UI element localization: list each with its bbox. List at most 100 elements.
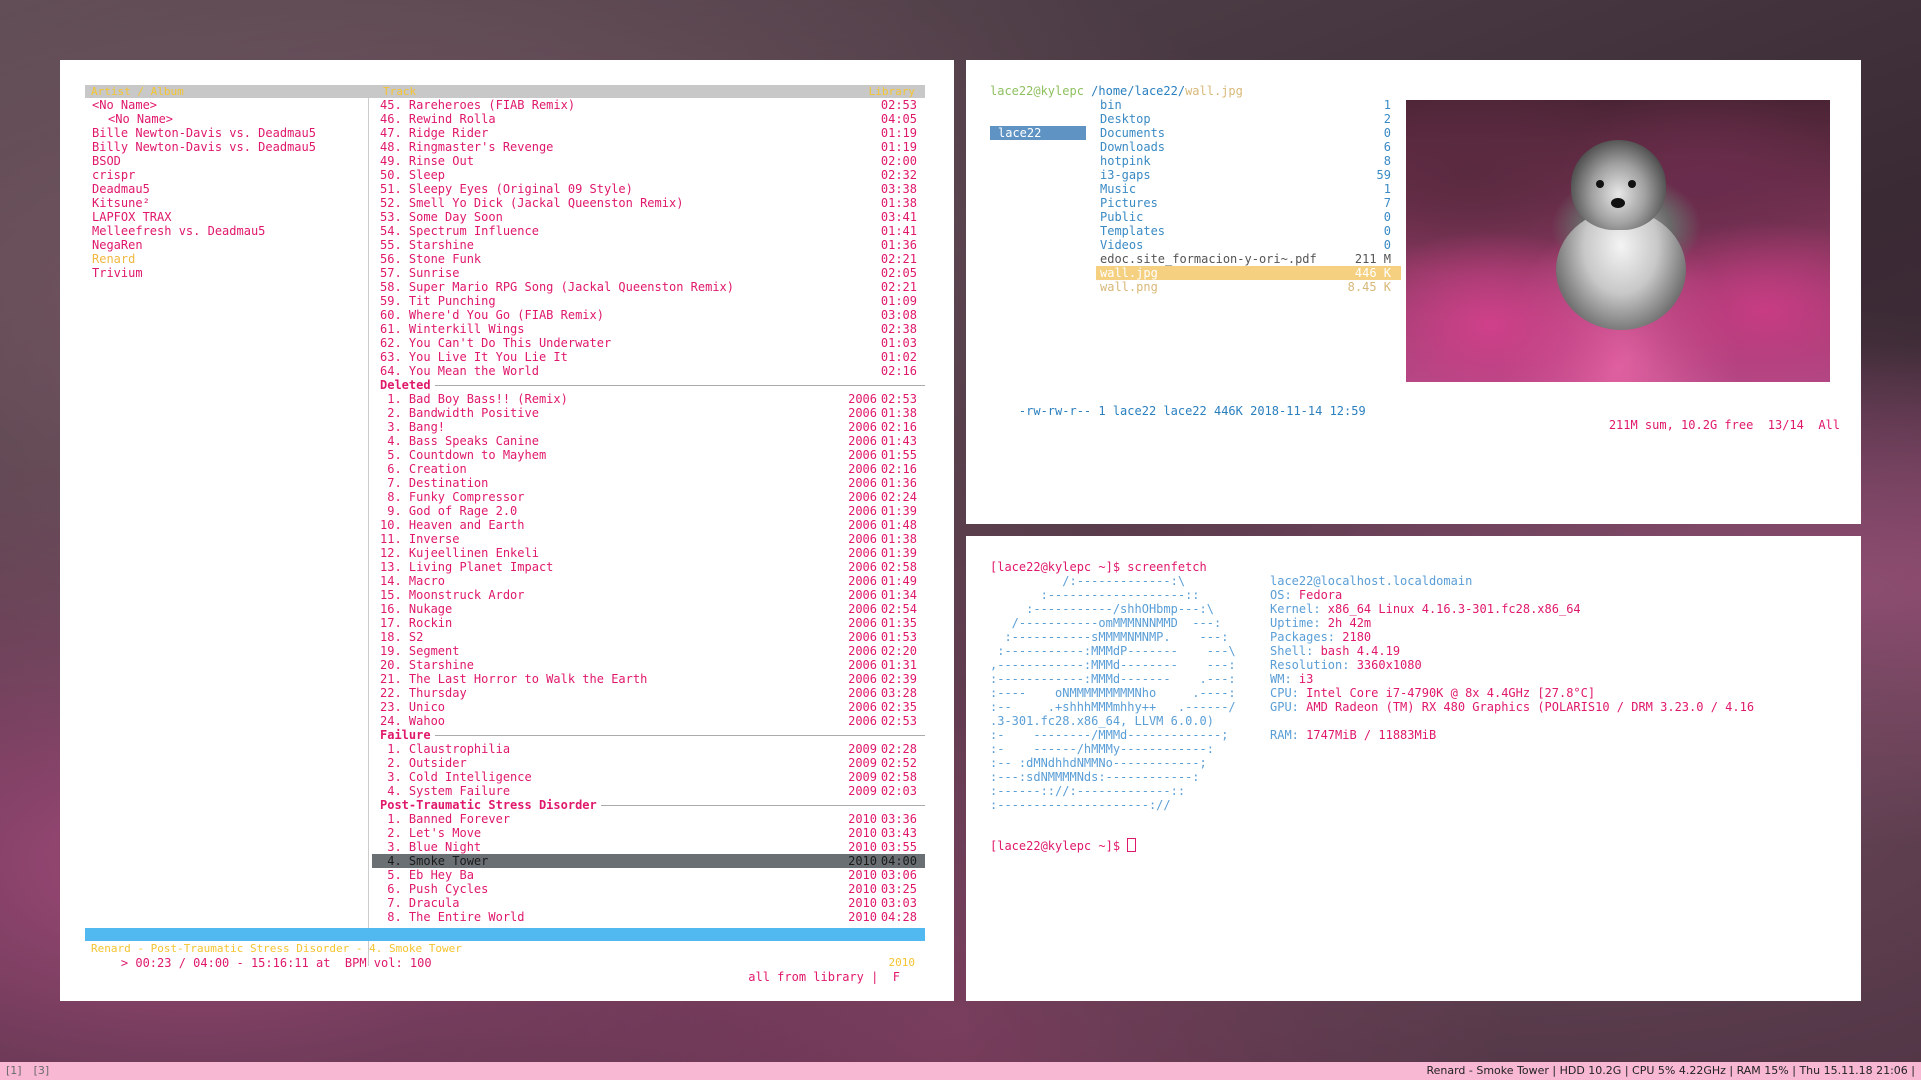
track-row[interactable]: 1. Banned Forever 2010 03:36 — [372, 812, 925, 826]
track-duration: 02:53 — [880, 98, 917, 112]
workspace-list[interactable]: [1] [3] — [6, 1062, 61, 1080]
track-row[interactable]: 63. You Live It You Lie It 01:02 — [372, 350, 925, 364]
directory-item[interactable]: Documents 0 — [1096, 126, 1401, 140]
track-row[interactable]: 45. Rareheroes (FIAB Remix) 02:53 — [372, 98, 925, 112]
track-row[interactable]: 3. Blue Night 2010 03:55 — [372, 840, 925, 854]
track-row[interactable]: 2. Let's Move 2010 03:43 — [372, 826, 925, 840]
artist-item[interactable]: LAPFOX TRAX — [92, 210, 362, 224]
track-row[interactable]: 58. Super Mario RPG Song (Jackal Queenst… — [372, 280, 925, 294]
track-row[interactable]: 22. Thursday 2006 03:28 — [372, 686, 925, 700]
track-row[interactable]: 14. Macro 2006 01:49 — [372, 574, 925, 588]
track-row[interactable]: 61. Winterkill Wings 02:38 — [372, 322, 925, 336]
artist-item[interactable]: Bille Newton-Davis vs. Deadmau5 — [92, 126, 362, 140]
directory-item[interactable]: Videos 0 — [1096, 238, 1401, 252]
artist-item[interactable]: Billy Newton-Davis vs. Deadmau5 — [92, 140, 362, 154]
directory-item[interactable]: Templates 0 — [1096, 224, 1401, 238]
track-row[interactable]: 6. Creation 2006 02:16 — [372, 462, 925, 476]
artist-item[interactable]: Trivium — [92, 266, 362, 280]
track-row[interactable]: 50. Sleep 02:32 — [372, 168, 925, 182]
track-row[interactable]: 2. Bandwidth Positive 2006 01:38 — [372, 406, 925, 420]
artist-item[interactable]: Kitsune² — [92, 196, 362, 210]
artist-item[interactable]: <No Name> — [92, 98, 362, 112]
track-row[interactable]: 8. Funky Compressor 2006 02:24 — [372, 490, 925, 504]
file-item[interactable]: wall.jpg 446 K — [1096, 266, 1401, 280]
track-row[interactable]: 12. Kujeellinen Enkeli 2006 01:39 — [372, 546, 925, 560]
track-row[interactable]: 60. Where'd You Go (FIAB Remix) 03:08 — [372, 308, 925, 322]
track-row[interactable]: 23. Unico 2006 02:35 — [372, 700, 925, 714]
track-row[interactable]: 64. You Mean the World 02:16 — [372, 364, 925, 378]
track-row[interactable]: 59. Tit Punching 01:09 — [372, 294, 925, 308]
track-list[interactable]: 45. Rareheroes (FIAB Remix) 02:53 46. Rewi… — [372, 98, 925, 924]
track-row[interactable]: 1. Bad Boy Bass!! (Remix) 2006 02:53 — [372, 392, 925, 406]
track-row[interactable]: 2. Outsider 2009 02:52 — [372, 756, 925, 770]
artist-item[interactable]: <No Name> — [92, 112, 362, 126]
track-row[interactable]: 49. Rinse Out 02:00 — [372, 154, 925, 168]
track-row[interactable]: 54. Spectrum Influence 01:41 — [372, 224, 925, 238]
workspace-button[interactable]: [3] — [34, 1064, 50, 1077]
track-row[interactable]: 55. Starshine 01:36 — [372, 238, 925, 252]
track-row[interactable]: 4. System Failure 2009 02:03 — [372, 784, 925, 798]
directory-item[interactable]: Desktop 2 — [1096, 112, 1401, 126]
track-row[interactable]: 7. Dracula 2010 03:03 — [372, 896, 925, 910]
track-row[interactable]: 57. Sunrise 02:05 — [372, 266, 925, 280]
track-row[interactable]: 8. The Entire World 2010 04:28 — [372, 910, 925, 924]
track-row[interactable]: 53. Some Day Soon 03:41 — [372, 210, 925, 224]
cmus-window[interactable]: Artist / Album Track Library <No Name> <N… — [60, 60, 954, 1001]
artist-item[interactable]: NegaRen — [92, 238, 362, 252]
parent-selected-dir[interactable]: lace22 — [990, 126, 1086, 140]
track-row[interactable]: 7. Destination 2006 01:36 — [372, 476, 925, 490]
track-row[interactable]: 52. Smell Yo Dick (Jackal Queenston Remi… — [372, 196, 925, 210]
directory-item[interactable]: i3-gaps 59 — [1096, 168, 1401, 182]
track-row[interactable]: 5. Countdown to Mayhem 2006 01:55 — [372, 448, 925, 462]
workspace-button[interactable]: [1] — [6, 1064, 22, 1077]
terminal-window[interactable]: [lace22@kylepc ~]$ screenfetch /:-------… — [966, 536, 1861, 1001]
track-row[interactable]: 4. Bass Speaks Canine 2006 01:43 — [372, 434, 925, 448]
file-item[interactable]: wall.png 8.45 K — [1096, 280, 1401, 294]
ranger-window[interactable]: lace22@kylepc /home/lace22/wall.jpg lace… — [966, 60, 1861, 524]
artist-list[interactable]: <No Name> <No Name> Bille Newton-Davis vs.… — [92, 98, 362, 280]
current-column[interactable]: bin 1 Desktop 2 Documents 0 Downloads 6 hotpink 8… — [1096, 98, 1401, 294]
track-row[interactable]: 20. Starshine 2006 01:31 — [372, 658, 925, 672]
artist-item[interactable]: Melleefresh vs. Deadmau5 — [92, 224, 362, 238]
track-row[interactable]: 10. Heaven and Earth 2006 01:48 — [372, 518, 925, 532]
artist-item[interactable]: Deadmau5 — [92, 182, 362, 196]
terminal-prompt-2[interactable]: [lace22@kylepc ~]$ — [990, 838, 1137, 853]
directory-item[interactable]: Music 1 — [1096, 182, 1401, 196]
track-row[interactable]: 48. Ringmaster's Revenge 01:19 — [372, 140, 925, 154]
artist-item[interactable]: crispr — [92, 168, 362, 182]
track-row[interactable]: 47. Ridge Rider 01:19 — [372, 126, 925, 140]
track-row-current[interactable]: 4. Smoke Tower 2010 04:00 — [372, 854, 925, 868]
track-row[interactable]: 56. Stone Funk 02:21 — [372, 252, 925, 266]
directory-item[interactable]: Public 0 — [1096, 210, 1401, 224]
track-row[interactable]: 18. S2 2006 01:53 — [372, 630, 925, 644]
directory-item[interactable]: bin 1 — [1096, 98, 1401, 112]
track-row[interactable]: 24. Wahoo 2006 02:53 — [372, 714, 925, 728]
track-row[interactable]: 46. Rewind Rolla 04:05 — [372, 112, 925, 126]
track-row[interactable]: 11. Inverse 2006 01:38 — [372, 532, 925, 546]
directory-item[interactable]: Pictures 7 — [1096, 196, 1401, 210]
track-row[interactable]: 21. The Last Horror to Walk the Earth 200… — [372, 672, 925, 686]
info-line: Packages: 2180 — [1270, 630, 1754, 644]
track-row[interactable]: 62. You Can't Do This Underwater 01:03 — [372, 336, 925, 350]
track-row[interactable]: 13. Living Planet Impact 2006 02:58 — [372, 560, 925, 574]
cmus-command-line[interactable]: > 00:23 / 04:00 - 15:16:11 at BPM vol: 1… — [92, 942, 925, 984]
track-row[interactable]: 17. Rockin 2006 01:35 — [372, 616, 925, 630]
track-row[interactable]: 15. Moonstruck Ardor 2006 01:34 — [372, 588, 925, 602]
track-row[interactable]: 16. Nukage 2006 02:54 — [372, 602, 925, 616]
file-item[interactable]: edoc.site_formacion-y-ori~.pdf 211 M — [1096, 252, 1401, 266]
track-row[interactable]: 19. Segment 2006 02:20 — [372, 644, 925, 658]
info-key: RAM: — [1270, 728, 1307, 742]
artist-item[interactable]: Renard — [92, 252, 362, 266]
track-row[interactable]: 3. Cold Intelligence 2009 02:58 — [372, 770, 925, 784]
track-row[interactable]: 1. Claustrophilia 2009 02:28 — [372, 742, 925, 756]
track-row[interactable]: 51. Sleepy Eyes (Original 09 Style) 03:38 — [372, 182, 925, 196]
track-row[interactable]: 3. Bang! 2006 02:16 — [372, 420, 925, 434]
track-year: 2010 — [848, 896, 877, 910]
directory-item[interactable]: Downloads 6 — [1096, 140, 1401, 154]
artist-item[interactable]: BSOD — [92, 154, 362, 168]
track-row[interactable]: 6. Push Cycles 2010 03:25 — [372, 882, 925, 896]
directory-item[interactable]: hotpink 8 — [1096, 154, 1401, 168]
parent-column[interactable]: lace22 — [990, 98, 1086, 168]
track-row[interactable]: 9. God of Rage 2.0 2006 01:39 — [372, 504, 925, 518]
track-row[interactable]: 5. Eb Hey Ba 2010 03:06 — [372, 868, 925, 882]
